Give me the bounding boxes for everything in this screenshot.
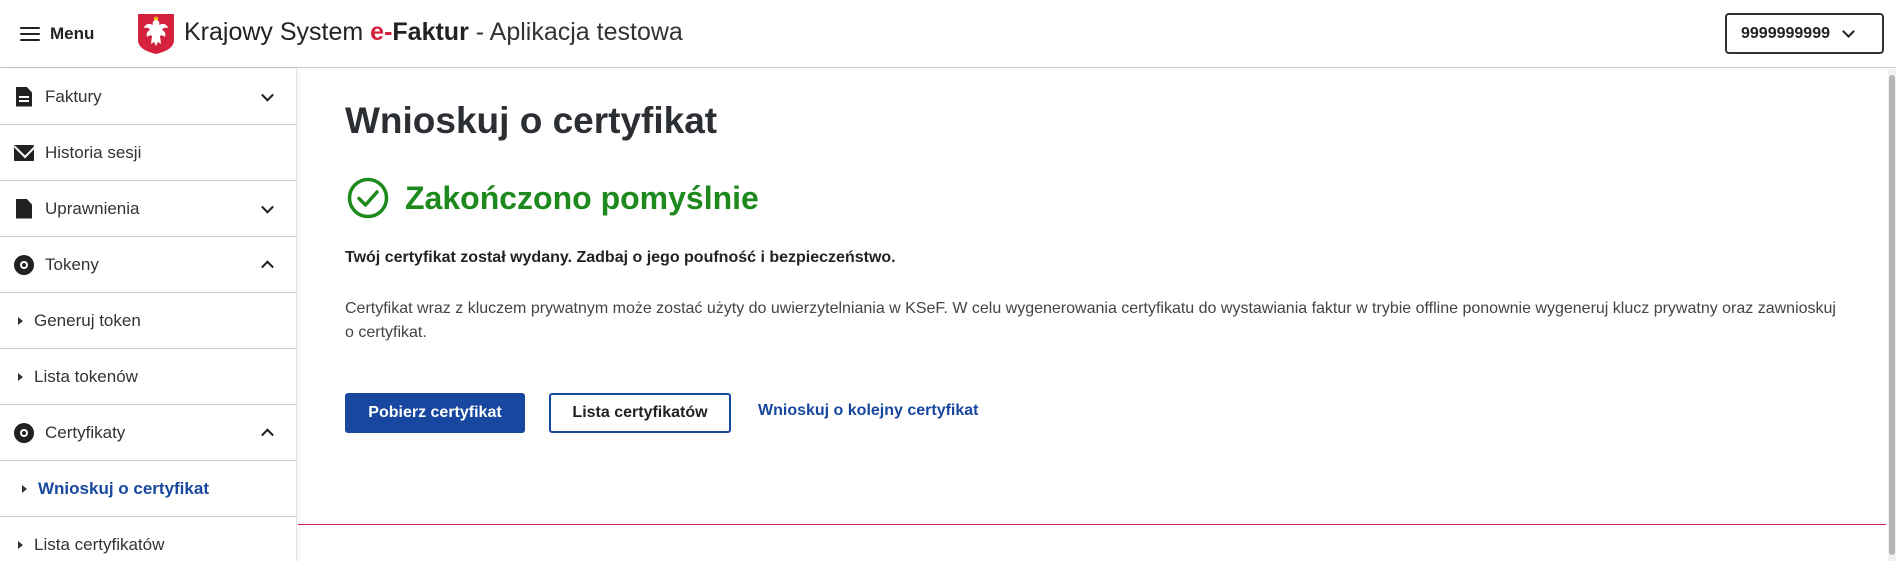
app-header: Menu Krajowy System e-Faktur - Aplikacja… <box>0 0 1896 68</box>
check-circle-icon <box>347 177 389 219</box>
sidebar-item-certyfikaty[interactable]: Certyfikaty <box>0 405 296 461</box>
sidebar-item-label: Tokeny <box>45 254 99 274</box>
success-title: Zakończono pomyślnie <box>405 179 759 216</box>
request-another-certificate-link[interactable]: Wnioskuj o kolejny certyfikat <box>758 402 979 420</box>
sidebar-subitem-lista-certyfikatow[interactable]: Lista certyfikatów <box>0 517 296 561</box>
app-title: Krajowy System e-Faktur - Aplikacja test… <box>184 18 683 47</box>
app-title-suffix: - Aplikacja testowa <box>468 18 683 46</box>
download-certificate-button[interactable]: Pobierz certyfikat <box>345 393 525 433</box>
sidebar-item-label: Generuj token <box>34 310 141 330</box>
page-title: Wnioskuj o certyfikat <box>345 100 718 141</box>
sidebar-item-uprawnienia[interactable]: Uprawnienia <box>0 181 296 237</box>
disc-icon <box>14 422 34 443</box>
app-title-prefix: Krajowy System <box>184 18 364 46</box>
certificate-list-button[interactable]: Lista certyfikatów <box>549 393 731 433</box>
sidebar-item-label: Historia sesji <box>45 142 142 162</box>
chevron-up-icon <box>261 427 274 441</box>
hamburger-icon <box>20 27 40 41</box>
description-text: Certyfikat wraz z kluczem prywatnym może… <box>345 300 1836 341</box>
chevron-down-icon <box>261 200 274 214</box>
footer-divider <box>298 524 1886 525</box>
sidebar-subitem-generuj-token[interactable]: Generuj token <box>0 293 296 349</box>
sidebar-item-historia-sesji[interactable]: Historia sesji <box>0 125 296 181</box>
mail-icon <box>14 143 34 163</box>
menu-label: Menu <box>50 24 95 43</box>
lead-text: Twój certyfikat został wydany. Zadbaj o … <box>345 249 896 266</box>
bullet-triangle-icon <box>18 316 23 325</box>
polish-eagle-emblem-icon <box>138 14 174 54</box>
chevron-up-icon <box>261 259 274 273</box>
context-nip-select[interactable]: 9999999999 <box>1725 13 1884 54</box>
nip-value: 9999999999 <box>1741 24 1830 42</box>
sidebar-nav: Faktury Historia sesji Uprawnienia Token… <box>0 69 297 561</box>
bullet-triangle-icon <box>18 540 23 549</box>
sidebar-item-label: Faktury <box>45 86 102 106</box>
chevron-down-icon <box>1842 24 1855 38</box>
success-message: Zakończono pomyślnie <box>347 177 759 219</box>
sidebar-item-label: Uprawnienia <box>45 198 140 218</box>
sidebar-item-tokeny[interactable]: Tokeny <box>0 237 296 293</box>
sidebar-item-faktury[interactable]: Faktury <box>0 69 296 125</box>
sidebar-item-label: Certyfikaty <box>45 422 126 442</box>
bullet-triangle-icon <box>18 372 23 381</box>
document-icon <box>14 86 34 107</box>
main-content: Wnioskuj o certyfikat Zakończono pomyśln… <box>298 69 1888 561</box>
sidebar-subitem-wnioskuj-o-certyfikat[interactable]: Wnioskuj o certyfikat <box>0 461 296 517</box>
scrollbar-thumb[interactable] <box>1889 75 1895 555</box>
sidebar-item-label: Lista tokenów <box>34 366 138 386</box>
page-scrollbar[interactable] <box>1888 69 1896 561</box>
disc-icon <box>14 254 34 275</box>
sidebar-item-label: Wnioskuj o certyfikat <box>38 478 209 498</box>
sidebar-subitem-lista-tokenow[interactable]: Lista tokenów <box>0 349 296 405</box>
app-title-brand: Faktur <box>392 18 469 46</box>
bullet-triangle-icon <box>22 484 27 493</box>
chevron-down-icon <box>261 88 274 102</box>
menu-button[interactable]: Menu <box>20 20 94 48</box>
sidebar-item-label: Lista certyfikatów <box>34 534 165 554</box>
app-title-e: e- <box>370 18 393 46</box>
document-icon <box>14 198 34 219</box>
